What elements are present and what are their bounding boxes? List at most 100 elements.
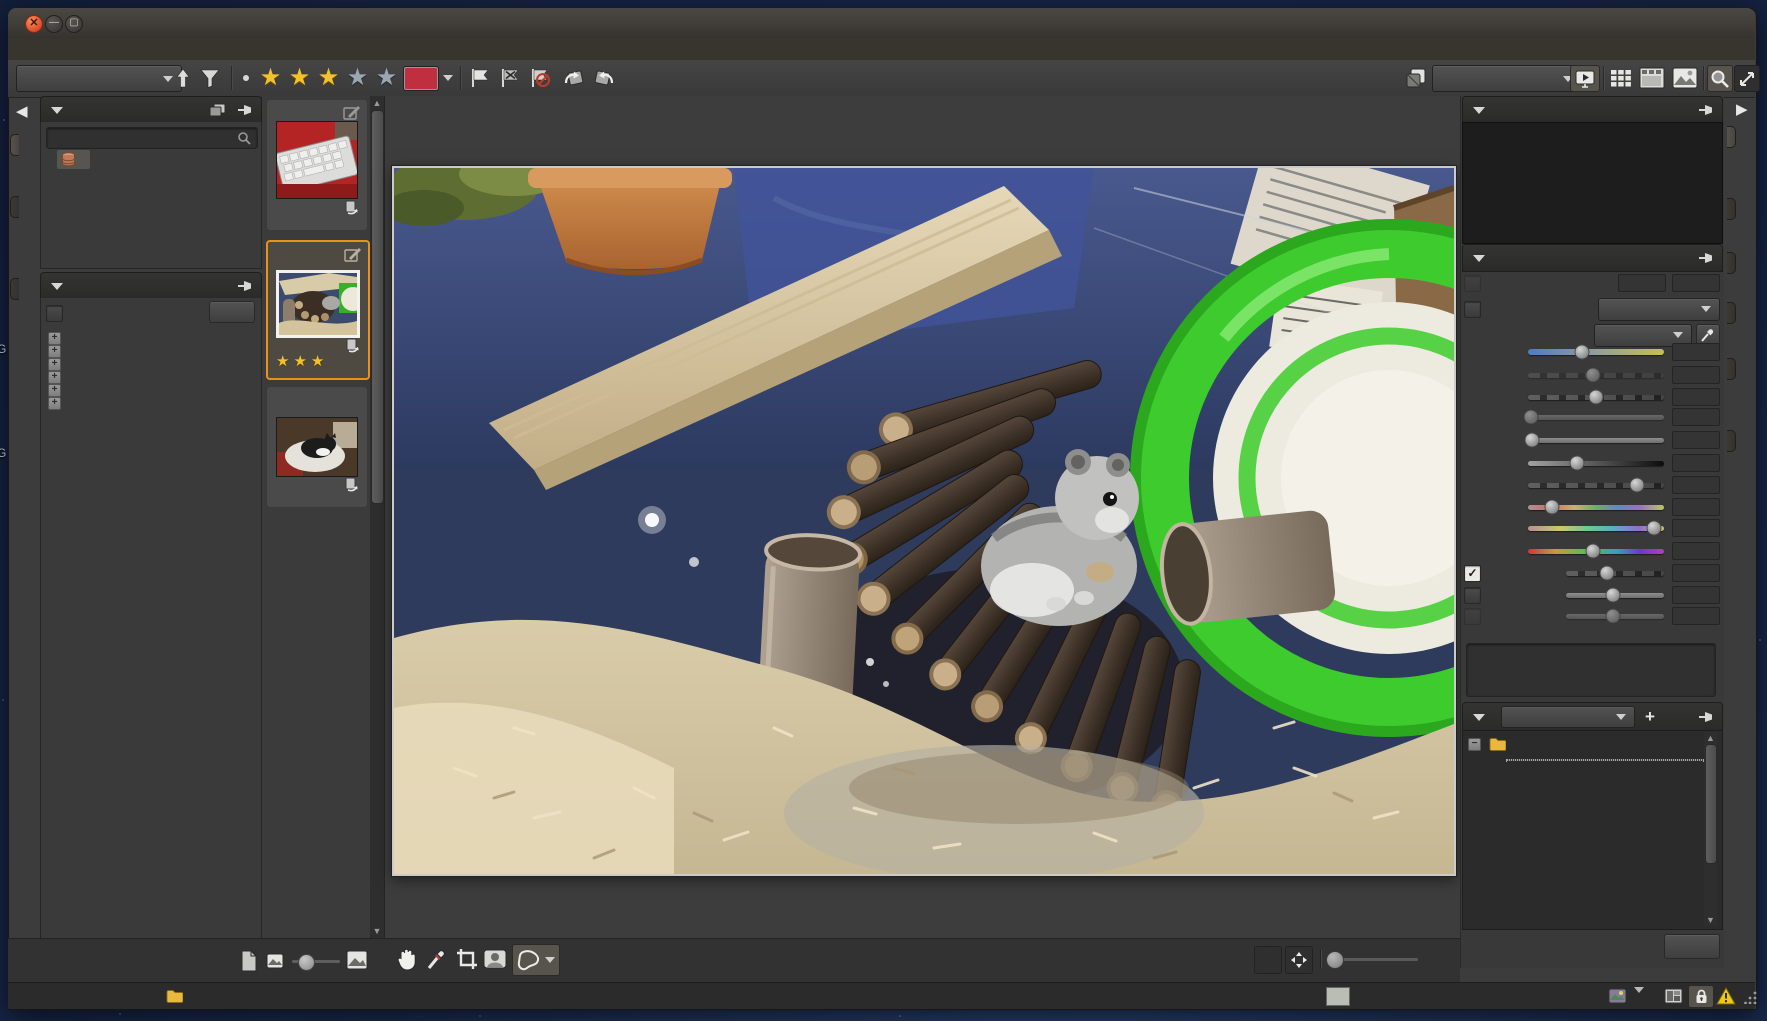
redeye-tool-icon[interactable]	[482, 944, 508, 974]
catalog-item[interactable]	[57, 150, 90, 169]
thumbnail-rating-stars[interactable]: ★★★	[276, 352, 328, 370]
histogram-panel-header[interactable]	[1462, 96, 1723, 124]
flag-reject-icon[interactable]	[496, 64, 524, 92]
blacks-slider-handle[interactable]	[1569, 456, 1584, 471]
fit-to-window-button[interactable]	[1285, 946, 1313, 974]
collapse-icon[interactable]	[1473, 255, 1485, 262]
presets-folder-row[interactable]: −	[1468, 737, 1514, 751]
photo-canvas[interactable]	[392, 166, 1456, 876]
new-catalog-icon[interactable]	[209, 103, 227, 118]
adjustments-panel-header[interactable]	[1462, 244, 1723, 272]
tree-item-flag[interactable]: +	[48, 397, 69, 410]
exposure-slider[interactable]	[1528, 395, 1664, 400]
sharpening-slider[interactable]	[1566, 571, 1664, 576]
scroll-up-icon[interactable]: ▲	[370, 98, 384, 108]
hue-slider[interactable]	[1528, 549, 1664, 554]
grid-view-icon[interactable]	[1607, 64, 1635, 92]
raw-noise-slider[interactable]	[1566, 614, 1664, 619]
fullscreen-icon[interactable]	[1734, 65, 1760, 92]
exposure-slider-handle[interactable]	[1589, 390, 1604, 405]
filmstrip-scrollbar[interactable]: ▲ ▼	[370, 96, 385, 938]
rating-none-dot[interactable]	[238, 64, 254, 92]
color-label-swatch[interactable]	[404, 67, 438, 90]
pin-icon[interactable]	[1698, 103, 1714, 117]
tree-item-color-label[interactable]: +	[48, 332, 69, 345]
collapse-icon[interactable]	[1473, 107, 1485, 114]
contrast-value[interactable]	[1672, 476, 1720, 494]
hue-value[interactable]	[1672, 542, 1720, 560]
crop-tool-icon[interactable]	[454, 944, 480, 974]
chevron-down-icon[interactable]	[1634, 993, 1644, 1005]
filter-icon[interactable]	[198, 64, 222, 92]
tab-tone[interactable]	[1727, 252, 1736, 274]
scroll-down-icon[interactable]: ▼	[1704, 915, 1717, 925]
collapse-icon[interactable]	[1473, 714, 1485, 721]
browse-view-icon[interactable]	[1638, 64, 1666, 92]
temp-slider[interactable]	[1528, 349, 1664, 355]
fill-light-value[interactable]	[1672, 431, 1720, 449]
thumbnail-image-3[interactable]	[276, 417, 358, 477]
rating-star-4[interactable]: ★	[343, 64, 372, 92]
perfectly-clear-checkbox[interactable]	[1464, 301, 1481, 318]
presets-panel-header[interactable]: +	[1462, 702, 1723, 732]
autolevel-high-value[interactable]	[1672, 274, 1720, 292]
contrast-slider-handle[interactable]	[1629, 478, 1644, 493]
sharpening-value[interactable]	[1672, 564, 1720, 582]
page-icon[interactable]	[240, 950, 258, 972]
thumbnail-cell-3[interactable]	[266, 386, 368, 508]
menu-file[interactable]	[16, 45, 36, 51]
vibrance-slider-handle[interactable]	[1647, 521, 1662, 536]
rating-star-1[interactable]: ★	[256, 64, 285, 92]
image-view-icon[interactable]	[1670, 64, 1700, 92]
collapse-folder-icon[interactable]: −	[1468, 738, 1481, 751]
menu-view[interactable]	[65, 45, 85, 51]
scroll-up-icon[interactable]: ▲	[1704, 733, 1717, 743]
thumbnail-image-1[interactable]	[276, 121, 358, 199]
temp-value[interactable]	[1672, 343, 1720, 361]
vibrance-slider[interactable]	[1528, 526, 1664, 531]
edit-image-icon[interactable]	[343, 105, 361, 121]
sort-direction-button[interactable]	[172, 64, 194, 92]
vibrance-value[interactable]	[1672, 519, 1720, 537]
straighten-value[interactable]	[1672, 366, 1720, 384]
color-label-dropdown[interactable]	[440, 64, 456, 92]
menu-edit[interactable]	[40, 45, 60, 51]
thumbnail-image-2[interactable]	[276, 270, 360, 338]
edit-image-icon[interactable]	[344, 247, 362, 263]
collapse-icon[interactable]	[51, 107, 63, 114]
saturation-slider-handle[interactable]	[1545, 500, 1560, 515]
raw-noise-checkbox[interactable]	[1464, 608, 1481, 625]
autolevel-low-value[interactable]	[1618, 274, 1666, 292]
large-thumbnail-size-icon[interactable]	[344, 947, 370, 973]
slideshow-button[interactable]	[1570, 65, 1600, 92]
add-preset-icon[interactable]: +	[1645, 710, 1655, 724]
tree-item-keywords[interactable]: +	[48, 371, 69, 384]
flag-clear-icon[interactable]	[526, 64, 554, 92]
tab-plugins[interactable]	[1727, 430, 1736, 452]
temp-slider-handle[interactable]	[1575, 345, 1590, 360]
saturation-slider[interactable]	[1528, 505, 1664, 510]
proof-image-icon[interactable]	[1608, 988, 1627, 1004]
tab-detail[interactable]	[1727, 302, 1736, 324]
file-copy-icon[interactable]	[345, 338, 360, 353]
pin-icon[interactable]	[1698, 710, 1714, 724]
perfectly-clear-select[interactable]	[1598, 298, 1720, 321]
fill-light-slider[interactable]	[1528, 438, 1664, 443]
file-copy-icon[interactable]	[344, 200, 359, 215]
refine-button[interactable]	[209, 301, 255, 323]
tree-item-photo-info[interactable]: +	[48, 345, 69, 358]
pin-icon[interactable]	[1698, 251, 1714, 265]
metadata-panel-header[interactable]	[40, 272, 262, 300]
collapse-icon[interactable]	[51, 283, 63, 290]
link-to-catalogs-checkbox[interactable]	[46, 305, 63, 322]
blacks-slider[interactable]	[1528, 461, 1664, 466]
resize-grip[interactable]	[1744, 990, 1758, 1004]
contrast-slider[interactable]	[1528, 483, 1664, 488]
tab-color[interactable]	[1727, 198, 1736, 220]
layer-mask-tool-button[interactable]	[512, 944, 560, 976]
pan-tool-icon[interactable]	[394, 944, 420, 974]
titlebar[interactable]: ✕ — ▢	[8, 8, 1755, 39]
saturation-value[interactable]	[1672, 498, 1720, 516]
tab-metadata[interactable]	[1727, 358, 1736, 380]
raw-noise-value[interactable]	[1672, 607, 1720, 625]
